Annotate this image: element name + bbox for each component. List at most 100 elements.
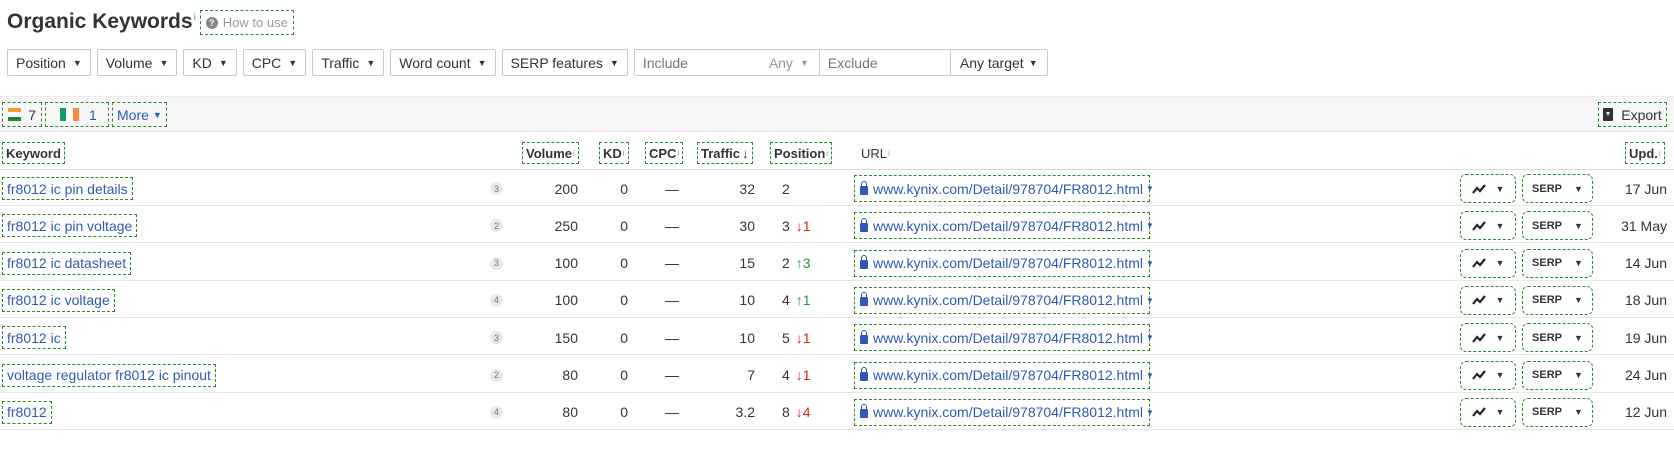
- filter-kd-button[interactable]: KD ▼: [183, 49, 237, 76]
- serp-button[interactable]: SERP ▼: [1522, 174, 1593, 203]
- column-kd[interactable]: KD i: [599, 142, 629, 164]
- caret-down-icon: ▼: [477, 57, 487, 68]
- filter-traffic-button[interactable]: Traffic ▼: [312, 49, 385, 76]
- country-ireland-button[interactable]: 1: [45, 102, 109, 127]
- traffic-cell: 15: [739, 255, 755, 272]
- caret-down-icon: ▼: [1495, 295, 1505, 306]
- trend-chart-button[interactable]: ▼: [1460, 248, 1516, 278]
- exclude-input[interactable]: [819, 50, 950, 75]
- how-to-use-link[interactable]: ? How to use: [199, 10, 294, 35]
- cpc-cell: —: [665, 255, 679, 272]
- trend-cell: ▼: [1460, 358, 1516, 393]
- traffic-cell: 3.2: [735, 404, 755, 421]
- url-link[interactable]: www.kynix.com/Detail/978704/FR8012.html: [854, 286, 1150, 314]
- any-target-select[interactable]: Any target ▼: [949, 50, 1047, 75]
- table-row: fr8012 ic 3 150 0 — 10 5 ↓1 www.kynix.com…: [0, 320, 1674, 356]
- filter-serp-features-button[interactable]: SERP features ▼: [501, 49, 628, 76]
- serp-button[interactable]: SERP ▼: [1522, 248, 1593, 278]
- filter-cpc-button[interactable]: CPC ▼: [242, 49, 307, 76]
- url-dropdown-icon[interactable]: ▼: [1146, 208, 1154, 243]
- url-text: www.kynix.com/Detail/978704/FR8012.html: [873, 255, 1144, 272]
- export-button[interactable]: Export: [1598, 102, 1667, 127]
- more-countries-button[interactable]: More ▼: [112, 102, 167, 127]
- url-link[interactable]: www.kynix.com/Detail/978704/FR8012.html: [854, 249, 1150, 277]
- column-traffic[interactable]: Traffic ↓: [697, 142, 753, 164]
- word-count-cell: 2: [490, 358, 503, 393]
- column-volume[interactable]: Volume i: [522, 142, 579, 164]
- volume-cell: 200: [554, 180, 578, 197]
- trend-chart-button[interactable]: ▼: [1460, 397, 1516, 427]
- url-dropdown-icon[interactable]: ▼: [1146, 171, 1154, 206]
- caret-down-icon: ▼: [159, 57, 169, 68]
- url-link[interactable]: www.kynix.com/Detail/978704/FR8012.html: [854, 398, 1150, 426]
- serp-button[interactable]: SERP ▼: [1522, 397, 1593, 427]
- trend-chart-button[interactable]: ▼: [1460, 323, 1516, 353]
- caret-down-icon: ▼: [288, 57, 298, 68]
- url-cell: www.kynix.com/Detail/978704/FR8012.html: [854, 246, 1150, 281]
- keyword-link[interactable]: fr8012: [2, 400, 52, 424]
- position-value: 3: [782, 217, 790, 234]
- serp-button[interactable]: SERP ▼: [1522, 323, 1593, 353]
- filter-volume-button[interactable]: Volume ▼: [96, 49, 178, 76]
- serp-cell: SERP ▼: [1522, 246, 1593, 281]
- keyword-link[interactable]: fr8012 ic pin voltage: [2, 214, 138, 238]
- trend-chart-button[interactable]: ▼: [1460, 360, 1516, 390]
- url-cell: www.kynix.com/Detail/978704/FR8012.html: [854, 208, 1150, 243]
- table-row: fr8012 4 80 0 — 3.2 8 ↓4 www.kynix.com/De…: [0, 395, 1674, 430]
- serp-button[interactable]: SERP ▼: [1522, 360, 1593, 390]
- url-dropdown-icon[interactable]: ▼: [1146, 395, 1154, 430]
- column-keyword[interactable]: Keyword: [2, 142, 65, 164]
- keyword-link[interactable]: fr8012 ic pin details: [2, 177, 133, 200]
- caret-down-icon: ▼: [609, 57, 619, 68]
- table-row: fr8012 ic voltage 4 100 0 — 10 4 ↑1 www.k…: [0, 283, 1674, 318]
- column-position[interactable]: Position i: [770, 142, 833, 164]
- caret-down-icon: ▼: [1495, 220, 1505, 231]
- keyword-link[interactable]: fr8012 ic datasheet: [2, 251, 132, 275]
- sort-down-icon: ↓: [742, 145, 749, 161]
- filter-word-count-button[interactable]: Word count ▼: [390, 49, 496, 76]
- url-dropdown-icon[interactable]: ▼: [1146, 283, 1154, 318]
- trend-cell: ▼: [1460, 320, 1516, 355]
- column-cpc[interactable]: CPC i: [645, 142, 684, 164]
- url-dropdown-icon[interactable]: ▼: [1146, 358, 1154, 393]
- filter-position-button[interactable]: Position ▼: [7, 49, 91, 76]
- url-link[interactable]: www.kynix.com/Detail/978704/FR8012.html: [854, 361, 1150, 389]
- info-icon[interactable]: i: [194, 12, 196, 23]
- serp-cell: SERP ▼: [1522, 171, 1593, 206]
- trend-chart-button[interactable]: ▼: [1460, 211, 1516, 241]
- url-text: www.kynix.com/Detail/978704/FR8012.html: [873, 180, 1144, 197]
- volume-cell: 150: [554, 329, 578, 346]
- url-link[interactable]: www.kynix.com/Detail/978704/FR8012.html: [854, 324, 1150, 352]
- any-select[interactable]: Any ▼: [765, 50, 820, 75]
- include-input[interactable]: [634, 50, 765, 75]
- kd-cell: 0: [620, 292, 628, 309]
- url-link[interactable]: www.kynix.com/Detail/978704/FR8012.html: [854, 212, 1150, 240]
- url-dropdown-icon[interactable]: ▼: [1146, 320, 1154, 355]
- url-link[interactable]: www.kynix.com/Detail/978704/FR8012.html: [854, 175, 1150, 202]
- position-change-down: ↓4: [795, 404, 811, 421]
- table-header: Keyword Volume i KD i CPC i Traffic ↓ Positi…: [0, 134, 1674, 170]
- trend-cell: ▼: [1460, 283, 1516, 318]
- kd-cell: 0: [620, 404, 628, 421]
- updated-cell: 12 Jun: [1624, 404, 1667, 421]
- volume-cell: 80: [562, 367, 578, 383]
- how-to-use-label: How to use: [222, 15, 288, 30]
- serp-cell: SERP ▼: [1522, 358, 1593, 393]
- keyword-link[interactable]: fr8012 ic voltage: [2, 288, 115, 312]
- serp-button[interactable]: SERP ▼: [1522, 211, 1593, 241]
- trend-chart-button[interactable]: ▼: [1460, 174, 1516, 203]
- volume-cell: 100: [554, 292, 578, 309]
- url-text: www.kynix.com/Detail/978704/FR8012.html: [873, 329, 1144, 346]
- trend-chart-button[interactable]: ▼: [1460, 285, 1516, 315]
- url-dropdown-icon[interactable]: ▼: [1146, 246, 1154, 281]
- column-updated[interactable]: Upd. i: [1625, 142, 1665, 164]
- country-india-button[interactable]: 7: [2, 102, 42, 127]
- position-cell: 8 ↓4: [782, 395, 811, 430]
- keyword-link[interactable]: voltage regulator fr8012 ic pinout: [2, 363, 216, 387]
- caret-down-icon: ▼: [1574, 332, 1583, 343]
- keyword-link[interactable]: fr8012 ic: [2, 326, 66, 350]
- position-cell: 5 ↓1: [782, 320, 811, 355]
- serp-button[interactable]: SERP ▼: [1522, 285, 1593, 315]
- word-count-badge: 3: [490, 256, 503, 270]
- lock-icon: [860, 404, 868, 419]
